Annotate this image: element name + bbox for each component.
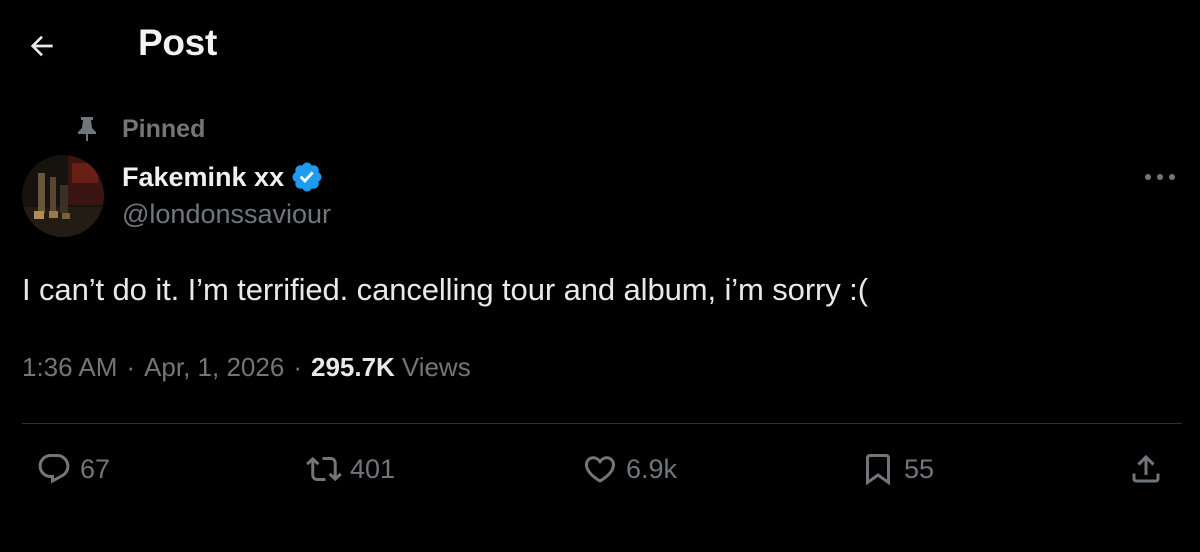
bookmark-button[interactable]: 55 bbox=[860, 447, 934, 491]
author-handle[interactable]: @londonssaviour bbox=[122, 199, 331, 230]
meta-separator: · bbox=[126, 352, 136, 382]
more-horizontal-icon bbox=[1145, 174, 1175, 180]
pinned-indicator: Pinned bbox=[76, 114, 205, 144]
reply-button[interactable]: 67 bbox=[36, 447, 110, 491]
top-bar: Post bbox=[0, 0, 1200, 90]
divider bbox=[22, 423, 1182, 424]
avatar[interactable] bbox=[22, 155, 104, 237]
reply-count: 67 bbox=[80, 453, 111, 484]
pin-icon bbox=[78, 117, 96, 141]
author-name-row: Fakemink xx bbox=[122, 160, 324, 194]
repost-button[interactable]: 401 bbox=[306, 447, 395, 491]
meta-separator: · bbox=[293, 352, 302, 382]
share-icon bbox=[1132, 454, 1160, 483]
repost-icon bbox=[306, 456, 342, 482]
pinned-label: Pinned bbox=[122, 114, 206, 143]
like-count: 6.9k bbox=[626, 453, 678, 484]
avatar-image bbox=[22, 155, 104, 237]
post-metadata: 1:36 AM · Apr, 1, 2026 · 295.7K Views bbox=[22, 352, 471, 383]
bookmark-icon bbox=[866, 454, 890, 486]
post-time[interactable]: 1:36 AM bbox=[22, 352, 117, 383]
post-date[interactable]: Apr, 1, 2026 bbox=[144, 352, 284, 383]
more-options-button[interactable] bbox=[1140, 162, 1180, 192]
views-label: Views bbox=[401, 352, 471, 382]
arrow-left-icon bbox=[30, 35, 53, 57]
back-button[interactable] bbox=[22, 26, 62, 66]
author-display-name[interactable]: Fakemink xx bbox=[122, 162, 284, 193]
heart-icon bbox=[584, 456, 616, 483]
bookmark-count: 55 bbox=[904, 453, 935, 484]
views-count[interactable]: 295.7K bbox=[311, 352, 395, 383]
page-title: Post bbox=[138, 22, 217, 63]
reply-icon bbox=[38, 454, 70, 484]
share-button[interactable] bbox=[1128, 447, 1164, 491]
post-text: I can’t do it. I’m terrified. cancelling… bbox=[22, 272, 868, 307]
verified-badge-icon bbox=[292, 162, 322, 192]
like-button[interactable]: 6.9k bbox=[582, 447, 677, 491]
repost-count: 401 bbox=[350, 453, 396, 484]
